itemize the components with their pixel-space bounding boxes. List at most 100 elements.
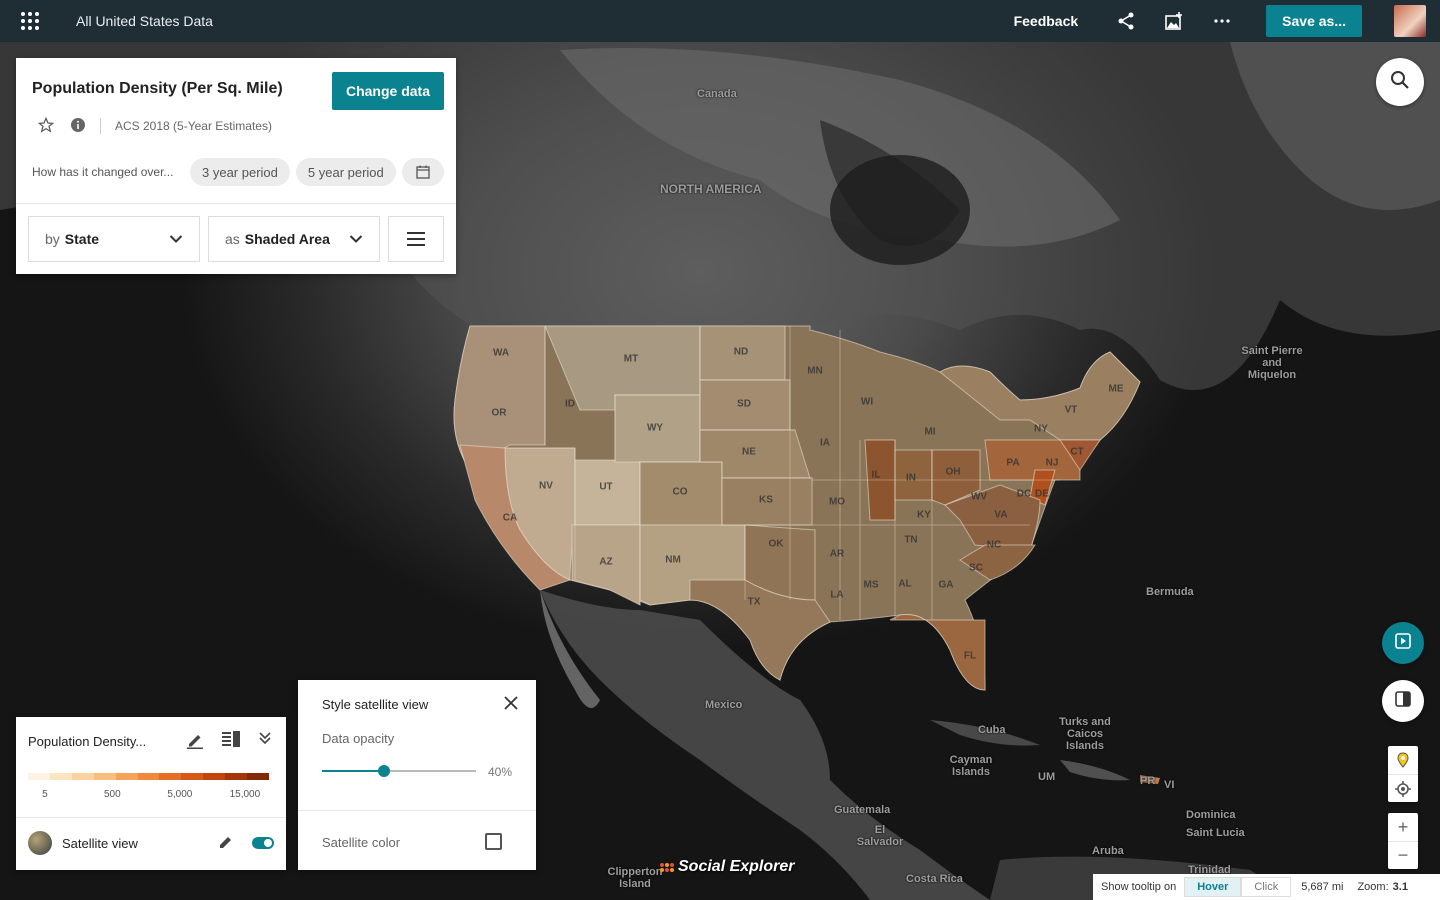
legend-panel: Population Density... 5 500 5,000 15,000…: [16, 717, 286, 870]
dataset-title: Population Density (Per Sq. Mile): [32, 80, 283, 97]
ramp-swatch: [181, 773, 204, 780]
state-label: LA: [830, 589, 844, 601]
change-data-button[interactable]: Change data: [332, 72, 444, 110]
state-label: WY: [646, 422, 664, 434]
satellite-color-checkbox[interactable]: [485, 833, 502, 850]
opacity-slider[interactable]: [322, 765, 476, 777]
ramp-swatch: [115, 773, 138, 780]
export-image-icon[interactable]: [1162, 9, 1186, 33]
map-label-dominica: Dominica: [1186, 809, 1236, 821]
zoom-in-icon[interactable]: +: [1388, 813, 1418, 841]
close-icon[interactable]: [504, 696, 518, 715]
state-label: WA: [492, 347, 510, 359]
state-label: FL: [963, 650, 977, 662]
feedback-link[interactable]: Feedback: [1014, 13, 1079, 29]
calendar-icon[interactable]: [401, 158, 444, 186]
share-icon[interactable]: [1114, 9, 1138, 33]
split-view-icon: [1395, 690, 1411, 712]
map-label-cuba: Cuba: [978, 724, 1006, 736]
state-label: VA: [994, 509, 1008, 521]
state-label: DC: [1016, 488, 1032, 500]
avatar[interactable]: [1394, 5, 1426, 37]
state-label: OR: [491, 407, 507, 419]
map-label-um: UM: [1038, 771, 1056, 783]
zoom-readout: Zoom: 3.1: [1357, 881, 1407, 893]
map-label-vi: VI: [1164, 779, 1175, 791]
popup-title: Style satellite view: [322, 697, 429, 712]
satellite-toggle[interactable]: [252, 837, 274, 849]
ramp-swatch: [247, 773, 269, 780]
slider-knob[interactable]: [377, 765, 390, 777]
state-label: DE: [1035, 488, 1049, 500]
legend-layout-icon[interactable]: [222, 731, 240, 754]
locate-me-icon[interactable]: [1388, 774, 1418, 802]
state-label: CA: [502, 512, 518, 524]
social-explorer-logo: Social Explorer: [660, 858, 795, 876]
state-label: MN: [807, 365, 823, 377]
state-label: MI: [924, 426, 936, 438]
project-title[interactable]: All United States Data: [76, 13, 213, 29]
state-label: KS: [759, 494, 773, 506]
save-as-button[interactable]: Save as...: [1266, 5, 1362, 37]
chevron-down-icon: [349, 231, 363, 247]
info-icon[interactable]: [70, 117, 86, 136]
state-label: IN: [906, 472, 916, 484]
data-panel: Population Density (Per Sq. Mile) Change…: [16, 58, 456, 274]
edit-satellite-icon[interactable]: [218, 834, 234, 853]
geography-prefix: by: [45, 231, 60, 247]
annotate-pin-icon[interactable]: [1388, 746, 1418, 774]
state-label: TN: [904, 534, 918, 546]
state-label: TX: [747, 596, 761, 608]
period-3-button[interactable]: 3 year period: [190, 158, 290, 186]
geography-dropdown[interactable]: by State: [28, 216, 200, 262]
tooltip-hover-option[interactable]: Hover: [1184, 877, 1242, 897]
survey-name[interactable]: ACS 2018 (5-Year Estimates): [115, 119, 272, 133]
play-slide-icon: [1395, 632, 1411, 654]
edit-pencil-icon[interactable]: [186, 731, 204, 754]
satellite-color-label: Satellite color: [322, 835, 401, 850]
state-label: NV: [539, 480, 553, 492]
top-bar: All United States Data Feedback Save as.…: [0, 0, 1440, 42]
map-label-canada: Canada: [697, 88, 737, 100]
period-5-button[interactable]: 5 year period: [295, 158, 396, 186]
zoom-value: 3.1: [1392, 881, 1408, 893]
map-label-aruba: Aruba: [1092, 845, 1124, 857]
hamburger-menu-icon[interactable]: [388, 216, 444, 262]
state-label: ME: [1108, 383, 1124, 395]
zoom-out-icon[interactable]: −: [1388, 841, 1418, 869]
scale-distance: 5,687 mi: [1301, 881, 1344, 893]
satellite-view-label: Satellite view: [62, 835, 138, 851]
map-label-saint-pierre: Saint Pierre and Miquelon: [1241, 345, 1303, 381]
state-label: NE: [742, 446, 756, 458]
tooltip-click-option[interactable]: Click: [1241, 877, 1292, 897]
opacity-label: Data opacity: [322, 731, 395, 746]
state-label: CT: [1070, 446, 1084, 458]
state-label: VT: [1064, 404, 1078, 416]
map-label-mexico: Mexico: [705, 699, 743, 711]
legend-title[interactable]: Population Density...: [28, 734, 148, 749]
visualization-value: Shaded Area: [244, 231, 330, 247]
map-label-cayman: Cayman Islands: [949, 754, 993, 778]
collapse-chevron-icon[interactable]: [258, 731, 272, 754]
zoom-label: Zoom:: [1357, 881, 1389, 893]
state-label: GA: [938, 579, 954, 591]
compare-button[interactable]: [1382, 680, 1424, 722]
search-button[interactable]: [1376, 58, 1424, 106]
presentation-button[interactable]: [1382, 622, 1424, 664]
color-ramp: [28, 773, 269, 780]
visualization-dropdown[interactable]: as Shaded Area: [208, 216, 380, 262]
state-label: AL: [898, 578, 912, 590]
logo-dots-icon: [660, 862, 674, 872]
state-label: NY: [1034, 423, 1048, 435]
map-label-saint-lucia: Saint Lucia: [1186, 827, 1245, 839]
tooltip-mode-label: Show tooltip on: [1101, 881, 1177, 893]
ramp-label: 15,000: [229, 789, 261, 800]
ramp-swatch: [159, 773, 182, 780]
map-label-clipperton: Clipperton Island: [607, 866, 663, 890]
more-options-icon[interactable]: [1210, 9, 1234, 33]
map-label-el-salvador: El Salvador: [856, 824, 904, 848]
map-label-costa-rica: Costa Rica: [906, 873, 963, 885]
apps-grid-icon[interactable]: [0, 0, 60, 42]
star-icon[interactable]: [37, 116, 55, 136]
map-label-pr: PR: [1140, 775, 1156, 787]
